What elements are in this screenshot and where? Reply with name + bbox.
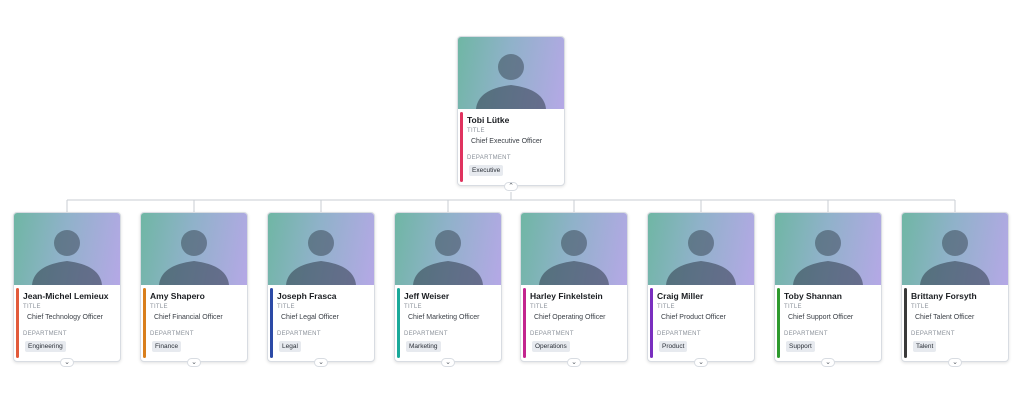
chevron-down-icon: ⌄: [698, 359, 704, 366]
title-label: TITLE: [530, 304, 548, 310]
person-avatar-icon: [476, 54, 546, 109]
org-card-report[interactable]: Jean-Michel Lemieux TITLE Chief Technolo…: [13, 212, 121, 367]
department-badge: Product: [659, 341, 688, 352]
person-avatar-icon: [159, 230, 229, 285]
org-card-report[interactable]: Brittany Forsyth TITLE Chief Talent Offi…: [901, 212, 1009, 367]
job-title: Chief Legal Officer: [281, 314, 339, 321]
person-avatar-icon: [413, 230, 483, 285]
expand-toggle-button[interactable]: ⌄: [948, 358, 962, 367]
chevron-down-icon: ⌄: [191, 359, 197, 366]
accent-bar: [397, 288, 400, 358]
accent-bar: [904, 288, 907, 358]
department-label: DEPARTMENT: [150, 331, 194, 337]
org-card-report[interactable]: Harley Finkelstein TITLE Chief Operating…: [520, 212, 628, 367]
department-label: DEPARTMENT: [404, 331, 448, 337]
person-name: Tobi Lütke: [467, 115, 510, 125]
person-avatar-icon: [666, 230, 736, 285]
person-avatar-icon: [793, 230, 863, 285]
department-label: DEPARTMENT: [911, 331, 955, 337]
department-badge: Operations: [532, 341, 570, 352]
person-name: Craig Miller: [657, 291, 704, 301]
chevron-down-icon: ⌄: [571, 359, 577, 366]
accent-bar: [16, 288, 19, 358]
person-photo: [902, 213, 1008, 285]
department-label: DEPARTMENT: [277, 331, 321, 337]
expand-toggle-button[interactable]: ⌄: [187, 358, 201, 367]
person-name: Toby Shannan: [784, 291, 842, 301]
job-title: Chief Financial Officer: [154, 314, 223, 321]
title-label: TITLE: [150, 304, 168, 310]
accent-bar: [143, 288, 146, 358]
chevron-down-icon: ⌄: [445, 359, 451, 366]
accent-bar: [523, 288, 526, 358]
org-card-report[interactable]: Craig Miller TITLE Chief Product Officer…: [647, 212, 755, 367]
department-badge: Support: [786, 341, 815, 352]
department-label: DEPARTMENT: [657, 331, 701, 337]
job-title: Chief Technology Officer: [27, 314, 104, 321]
expand-toggle-button[interactable]: ⌄: [567, 358, 581, 367]
accent-bar: [270, 288, 273, 358]
department-badge: Legal: [279, 341, 301, 352]
expand-toggle-button[interactable]: ⌄: [60, 358, 74, 367]
title-label: TITLE: [657, 304, 675, 310]
person-name: Harley Finkelstein: [530, 291, 603, 301]
person-photo: [14, 213, 120, 285]
title-label: TITLE: [784, 304, 802, 310]
department-label: DEPARTMENT: [467, 155, 511, 161]
person-photo: [141, 213, 247, 285]
job-title: Chief Marketing Officer: [408, 314, 480, 321]
chevron-down-icon: ⌄: [64, 359, 70, 366]
department-badge: Executive: [469, 165, 504, 176]
accent-bar: [650, 288, 653, 358]
org-card-report[interactable]: Joseph Frasca TITLE Chief Legal Officer …: [267, 212, 375, 367]
chevron-down-icon: ⌄: [952, 359, 958, 366]
person-name: Jean-Michel Lemieux: [23, 291, 109, 301]
person-avatar-icon: [32, 230, 102, 285]
department-label: DEPARTMENT: [23, 331, 67, 337]
accent-bar: [777, 288, 780, 358]
department-badge: Engineering: [25, 341, 66, 352]
person-photo: [268, 213, 374, 285]
person-avatar-icon: [920, 230, 990, 285]
title-label: TITLE: [911, 304, 929, 310]
accent-bar: [460, 112, 463, 182]
job-title: Chief Operating Officer: [534, 314, 606, 321]
title-label: TITLE: [467, 128, 485, 134]
chevron-down-icon: ⌄: [318, 359, 324, 366]
department-label: DEPARTMENT: [784, 331, 828, 337]
department-badge: Finance: [152, 341, 182, 352]
expand-toggle-button[interactable]: ⌄: [694, 358, 708, 367]
job-title: Chief Support Officer: [788, 314, 854, 321]
org-card-report[interactable]: Toby Shannan TITLE Chief Support Officer…: [774, 212, 882, 367]
org-card-root[interactable]: Tobi Lütke TITLE Chief Executive Officer…: [457, 36, 565, 191]
org-card-report[interactable]: Amy Shapero TITLE Chief Financial Office…: [140, 212, 248, 367]
department-badge: Talent: [913, 341, 937, 352]
person-name: Amy Shapero: [150, 291, 205, 301]
title-label: TITLE: [277, 304, 295, 310]
job-title: Chief Talent Officer: [915, 314, 975, 321]
department-label: DEPARTMENT: [530, 331, 574, 337]
person-name: Jeff Weiser: [404, 291, 450, 301]
person-photo: [395, 213, 501, 285]
collapse-toggle-button[interactable]: ⌃: [504, 182, 518, 191]
person-avatar-icon: [286, 230, 356, 285]
chevron-down-icon: ⌄: [825, 359, 831, 366]
job-title: Chief Executive Officer: [471, 138, 543, 145]
person-avatar-icon: [539, 230, 609, 285]
department-badge: Marketing: [406, 341, 441, 352]
job-title: Chief Product Officer: [661, 314, 726, 321]
person-photo: [521, 213, 627, 285]
person-photo: [458, 37, 564, 109]
title-label: TITLE: [404, 304, 422, 310]
person-photo: [775, 213, 881, 285]
person-name: Joseph Frasca: [277, 291, 337, 301]
title-label: TITLE: [23, 304, 41, 310]
expand-toggle-button[interactable]: ⌄: [441, 358, 455, 367]
expand-toggle-button[interactable]: ⌄: [821, 358, 835, 367]
person-photo: [648, 213, 754, 285]
org-card-report[interactable]: Jeff Weiser TITLE Chief Marketing Office…: [394, 212, 502, 367]
chevron-up-icon: ⌃: [508, 183, 514, 190]
person-name: Brittany Forsyth: [911, 291, 977, 301]
expand-toggle-button[interactable]: ⌄: [314, 358, 328, 367]
